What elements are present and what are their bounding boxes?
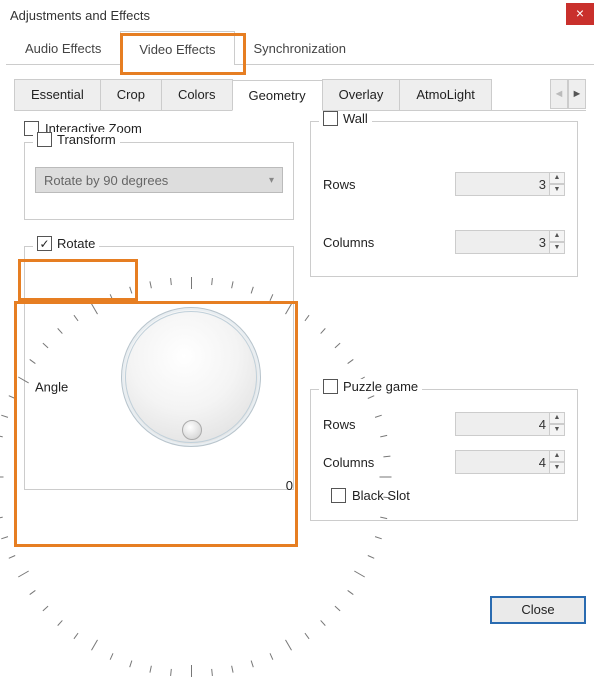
- angle-label: Angle: [35, 380, 68, 395]
- transform-combo[interactable]: Rotate by 90 degrees ▾: [35, 167, 283, 193]
- wall-rows-label: Rows: [323, 177, 356, 192]
- puzzle-group: Puzzle game Rows 4 ▲▼ Columns 4 ▲▼ Black…: [310, 389, 578, 521]
- wall-group: Wall Rows 3 ▲▼ Columns 3 ▲▼: [310, 121, 578, 277]
- secondary-tabs: Essential Crop Colors Geometry Overlay A…: [14, 79, 586, 111]
- puzzle-rows-spinner[interactable]: 4 ▲▼: [455, 412, 565, 436]
- spinner-down-icon[interactable]: ▼: [549, 462, 565, 474]
- dial-indicator: [182, 420, 202, 440]
- tab-synchronization[interactable]: Synchronization: [235, 30, 366, 64]
- puzzle-cols-label: Columns: [323, 455, 374, 470]
- wall-cols-spinner[interactable]: 3 ▲▼: [455, 230, 565, 254]
- rotate-group: ✓ Rotate Angle 0: [24, 246, 294, 490]
- puzzle-rows-value: 4: [539, 417, 546, 432]
- tab-video-effects[interactable]: Video Effects: [120, 31, 234, 65]
- dial-knob[interactable]: [121, 307, 261, 447]
- tab-colors[interactable]: Colors: [161, 79, 233, 110]
- spinner-up-icon[interactable]: ▲: [549, 230, 565, 242]
- angle-dial[interactable]: 0: [91, 277, 291, 477]
- tab-crop[interactable]: Crop: [100, 79, 162, 110]
- wall-rows-spinner[interactable]: 3 ▲▼: [455, 172, 565, 196]
- tab-atmolight[interactable]: AtmoLight: [399, 79, 492, 110]
- puzzle-cols-value: 4: [539, 455, 546, 470]
- tab-overlay[interactable]: Overlay: [322, 79, 401, 110]
- transform-combo-value: Rotate by 90 degrees: [44, 173, 168, 188]
- chevron-down-icon: ▾: [269, 175, 274, 186]
- tab-geometry[interactable]: Geometry: [232, 80, 323, 111]
- transform-checkbox[interactable]: [37, 132, 52, 147]
- spinner-up-icon[interactable]: ▲: [549, 412, 565, 424]
- spinner-down-icon[interactable]: ▼: [549, 242, 565, 254]
- tab-scroll-right[interactable]: ►: [568, 79, 586, 109]
- spinner-up-icon[interactable]: ▲: [549, 172, 565, 184]
- wall-checkbox[interactable]: [323, 111, 338, 126]
- rotate-checkbox[interactable]: ✓: [37, 236, 52, 251]
- wall-rows-value: 3: [539, 177, 546, 192]
- spinner-down-icon[interactable]: ▼: [549, 424, 565, 436]
- window-title: Adjustments and Effects: [10, 8, 150, 23]
- black-slot-label: Black Slot: [352, 488, 410, 503]
- wall-cols-value: 3: [539, 235, 546, 250]
- wall-cols-label: Columns: [323, 235, 374, 250]
- transform-group: Transform Rotate by 90 degrees ▾: [24, 142, 294, 220]
- puzzle-label: Puzzle game: [343, 379, 418, 394]
- angle-zero-label: 0: [286, 478, 293, 493]
- tab-audio-effects[interactable]: Audio Effects: [6, 30, 120, 64]
- spinner-up-icon[interactable]: ▲: [549, 450, 565, 462]
- spinner-down-icon[interactable]: ▼: [549, 184, 565, 196]
- puzzle-cols-spinner[interactable]: 4 ▲▼: [455, 450, 565, 474]
- rotate-label: Rotate: [57, 236, 95, 251]
- puzzle-rows-label: Rows: [323, 417, 356, 432]
- tab-essential[interactable]: Essential: [14, 79, 101, 110]
- tab-scroll-left[interactable]: ◄: [550, 79, 568, 109]
- window-close-button[interactable]: ×: [566, 3, 594, 25]
- window-titlebar: Adjustments and Effects: [0, 0, 600, 30]
- black-slot-checkbox[interactable]: [331, 488, 346, 503]
- transform-label: Transform: [57, 132, 116, 147]
- wall-label: Wall: [343, 111, 368, 126]
- close-icon: ×: [576, 5, 584, 21]
- primary-tabs: Audio Effects Video Effects Synchronizat…: [6, 30, 594, 65]
- close-button[interactable]: Close: [490, 596, 586, 624]
- puzzle-checkbox[interactable]: [323, 379, 338, 394]
